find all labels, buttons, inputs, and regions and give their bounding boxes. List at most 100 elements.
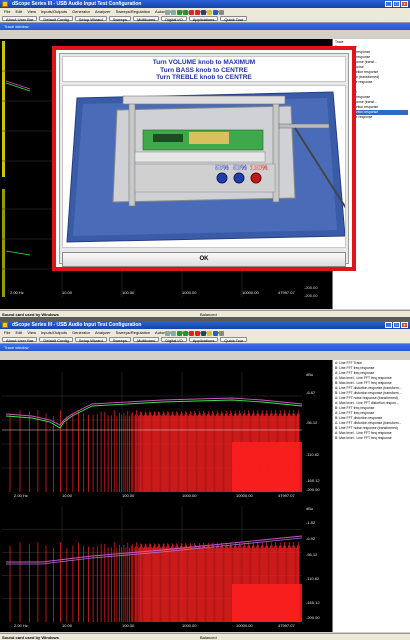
x-tick: 47997.07 [278,290,295,295]
dialog-body: Turn VOLUME knob to MAXIMUM Turn BASS kn… [59,53,349,267]
x-tick: 1000.00 [182,623,197,628]
x-tick: 2.00 Hz [14,493,28,498]
toolbar-icon[interactable] [165,331,170,336]
maximize-button[interactable]: □ [393,1,400,7]
knob-label-treble: 100% [250,165,269,172]
x-tick: 10.00 [62,493,73,498]
title-bar: dScope Series III - USB Audio Input Test… [0,321,410,329]
toolbar-icon[interactable] [201,10,206,15]
menu-file[interactable]: File [4,329,10,336]
toolbar-icon[interactable] [213,10,218,15]
menu-inputs-outputs[interactable]: Inputs/Outputs [41,329,67,336]
menu-sweeps[interactable]: Sweeps/Regulation [116,329,150,336]
toolbar-icon[interactable] [177,10,182,15]
close-button[interactable]: x [401,322,408,328]
x-tick: 2.00 Hz [14,623,28,628]
legend-item[interactable]: B: Max level - Line FFT freq response [335,436,408,441]
toolbar-icon[interactable] [195,10,200,15]
trace-window-titlebar: Trace window [0,23,410,30]
icon-toolbar [165,8,224,17]
status-balanced: Balanced [200,635,217,640]
default-config-button[interactable]: Default Config [39,16,73,22]
status-bar: Sound card used by Windows Balanced [0,310,410,317]
toolbar-icon[interactable] [195,331,200,336]
app-icon [2,322,8,328]
status-balanced: Balanced [200,312,217,317]
quick-tour-button[interactable]: Quick Tour [220,16,248,22]
minimize-button[interactable]: _ [385,322,392,328]
menu-edit[interactable]: Edit [15,329,22,336]
menu-view[interactable]: View [27,8,36,15]
test-fixture-illustration: 50% 50% 100% [63,86,345,247]
menu-view[interactable]: View [27,329,36,336]
multitones-button[interactable]: Multitones [132,16,160,22]
knob-label-volume: 50% [215,165,230,172]
instruction-treble: Turn TREBLE knob to CENTRE [156,74,252,81]
menu-edit[interactable]: Edit [15,8,22,15]
toolbar-icon[interactable] [189,331,194,336]
toolbar-icon[interactable] [201,331,206,336]
sweeps-button[interactable]: Sweeps [108,337,131,343]
toolbar-icon[interactable] [213,331,218,336]
toolbar-icon[interactable] [165,10,170,15]
x-tick: 10000.00 [236,623,253,628]
x-tick: 10000.00 [242,290,259,295]
status-text: Sound card used by Windows [2,635,59,640]
top-screenshot: dScope Series III - USB Audio Input Test… [0,0,410,317]
operator-prompt-dialog: Turn VOLUME knob to MAXIMUM Turn BASS kn… [52,46,356,271]
x-tick: 100.00 [122,623,135,628]
x-tick: 1000.00 [182,493,197,498]
test-fixture-photo: 50% 50% 100% [62,85,346,248]
setup-wizard-button[interactable]: Setup Wizard [74,337,107,343]
y-tick: -200.00 [304,285,318,290]
toolbar-icon[interactable] [207,331,212,336]
instruction-bass: Turn BASS knob to CENTRE [160,66,248,74]
toolbar-icon[interactable] [183,331,188,336]
toolbar-icon[interactable] [183,10,188,15]
x-tick: 10.00 [62,623,73,628]
icon-toolbar [165,329,224,338]
trace-window-title: Trace window [4,24,29,29]
menu-generator[interactable]: Generator [72,329,90,336]
sweeps-button[interactable]: Sweeps [108,16,131,22]
toolbar-icon[interactable] [177,331,182,336]
status-bar: Sound card used by Windows Balanced [0,633,410,640]
menu-generator[interactable]: Generator [72,8,90,15]
setup-wizard-button[interactable]: Setup Wizard [74,16,107,22]
x-tick: 100.00 [122,290,135,295]
menu-analyzer[interactable]: Analyzer [95,8,111,15]
x-tick: 1000.00 [182,290,197,295]
menu-inputs-outputs[interactable]: Inputs/Outputs [41,8,67,15]
instruction-box: Turn VOLUME knob to MAXIMUM Turn BASS kn… [62,56,346,82]
close-button[interactable]: x [401,1,408,7]
toolbar-icon[interactable] [207,10,212,15]
ok-button[interactable]: OK [62,252,346,267]
trace-legend: A: Line FFT Trace B: Line FFT freq respo… [332,360,410,632]
menu-file[interactable]: File [4,8,10,15]
toolbar-icon[interactable] [219,10,224,15]
menu-analyzer[interactable]: Analyzer [95,329,111,336]
toolbar-icon[interactable] [171,10,176,15]
x-tick: 10000.00 [236,493,253,498]
trace-area: 2.00 Hz 10.00 100.00 1000.00 10000.00 47… [0,360,332,632]
red-distortion-trace-fill [232,584,302,622]
window-title: dScope Series III - USB Audio Input Test… [12,322,142,328]
maximize-button[interactable]: □ [393,322,400,328]
about-user-bar-button[interactable]: About User Bar [2,337,38,343]
quick-tour-button[interactable]: Quick Tour [220,337,248,343]
bottom-graph-lower [2,506,302,622]
window-title: dScope Series III - USB Audio Input Test… [12,1,142,7]
toolbar-icon[interactable] [219,331,224,336]
x-tick: 10.00 [62,290,73,295]
about-user-bar-button[interactable]: About User Bar [2,16,38,22]
x-tick: 47997.07 [278,493,295,498]
x-tick: 2.00 Hz [10,290,24,295]
toolbar-icon[interactable] [171,331,176,336]
bottom-screenshot: dScope Series III - USB Audio Input Test… [0,321,410,640]
menu-sweeps[interactable]: Sweeps/Regulation [116,8,150,15]
bottom-graph-upper [2,372,302,492]
multitones-button[interactable]: Multitones [132,337,160,343]
toolbar-icon[interactable] [189,10,194,15]
minimize-button[interactable]: _ [385,1,392,7]
default-config-button[interactable]: Default Config [39,337,73,343]
